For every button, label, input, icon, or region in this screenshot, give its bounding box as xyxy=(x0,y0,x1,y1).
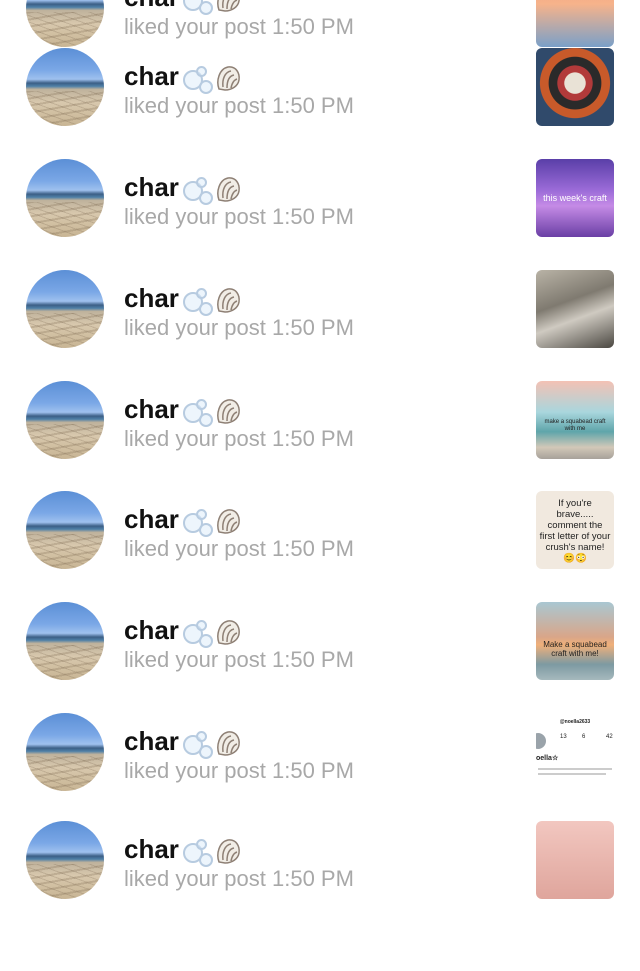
notification-text: liked your post 1:50 PM xyxy=(124,866,354,892)
thumb-handle: @noella2633 xyxy=(559,719,591,725)
avatar[interactable] xyxy=(26,381,104,459)
notification-text: liked your post 1:50 PM xyxy=(124,14,354,40)
avatar[interactable] xyxy=(26,821,104,899)
spiral-shell-icon xyxy=(213,728,243,758)
username[interactable]: char xyxy=(124,615,243,649)
bubbles-icon xyxy=(181,397,213,428)
post-thumbnail[interactable]: make a squabead craft with me xyxy=(536,381,614,459)
bubbles-icon xyxy=(181,837,213,868)
thumb-caption: this week's craft xyxy=(543,193,607,203)
post-thumbnail[interactable]: Make a squabead craft with me! xyxy=(536,602,614,680)
username-text: char xyxy=(124,0,179,12)
spiral-shell-icon xyxy=(213,285,243,315)
thumb-caption: make a squabead craft with me xyxy=(544,419,606,432)
thumb-name: oella☆ xyxy=(536,755,559,762)
avatar[interactable] xyxy=(26,159,104,237)
timestamp: 1:50 PM xyxy=(271,426,354,451)
notification-text: liked your post 1:50 PM xyxy=(124,93,354,119)
username[interactable]: char xyxy=(124,394,243,428)
post-thumbnail[interactable] xyxy=(536,0,614,47)
timestamp: 1:50 PM xyxy=(271,758,354,783)
bubbles-icon xyxy=(181,175,213,206)
username[interactable]: char xyxy=(124,504,243,538)
spiral-shell-icon xyxy=(213,396,243,426)
notification-text: liked your post 1:50 PM xyxy=(124,758,354,784)
username-text: char xyxy=(124,726,179,756)
notification-text: liked your post 1:50 PM xyxy=(124,647,354,673)
timestamp: 1:50 PM xyxy=(271,536,354,561)
action-text: liked your post xyxy=(124,536,266,561)
spiral-shell-icon xyxy=(213,63,243,93)
avatar[interactable] xyxy=(26,48,104,126)
username-text: char xyxy=(124,834,179,864)
action-text: liked your post xyxy=(124,204,266,229)
username[interactable]: char xyxy=(124,172,243,206)
avatar[interactable] xyxy=(26,713,104,791)
post-thumbnail[interactable] xyxy=(536,270,614,348)
spiral-shell-icon xyxy=(213,0,243,14)
action-text: liked your post xyxy=(124,758,266,783)
notification-row[interactable]: charliked your post 1:50 PM xyxy=(0,821,640,971)
timestamp: 1:50 PM xyxy=(271,866,354,891)
username-text: char xyxy=(124,394,179,424)
avatar[interactable] xyxy=(26,0,104,47)
action-text: liked your post xyxy=(124,647,266,672)
avatar[interactable] xyxy=(26,491,104,569)
username-text: char xyxy=(124,283,179,313)
username[interactable]: char xyxy=(124,726,243,760)
spiral-shell-icon xyxy=(213,174,243,204)
thumb-stat: 6 xyxy=(582,734,586,740)
thumb-caption: Make a squabead craft with me! xyxy=(543,640,607,659)
username[interactable]: char xyxy=(124,283,243,317)
username[interactable]: char xyxy=(124,61,243,95)
post-thumbnail[interactable] xyxy=(536,48,614,126)
avatar[interactable] xyxy=(26,270,104,348)
action-text: liked your post xyxy=(124,426,266,451)
thumb-stat: 42 xyxy=(606,734,613,740)
notification-text: liked your post 1:50 PM xyxy=(124,426,354,452)
bubbles-icon xyxy=(181,618,213,649)
username-text: char xyxy=(124,615,179,645)
bubbles-icon xyxy=(181,0,213,16)
post-thumbnail[interactable]: If you're brave..... comment the first l… xyxy=(536,491,614,569)
thumb-stat: 13 xyxy=(560,734,567,740)
spiral-shell-icon xyxy=(213,617,243,647)
action-text: liked your post xyxy=(124,315,266,340)
bubbles-icon xyxy=(181,507,213,538)
timestamp: 1:50 PM xyxy=(271,14,354,39)
timestamp: 1:50 PM xyxy=(271,93,354,118)
notification-text: liked your post 1:50 PM xyxy=(124,536,354,562)
post-thumbnail[interactable]: this week's craft xyxy=(536,159,614,237)
username[interactable]: char xyxy=(124,0,243,16)
spiral-shell-icon xyxy=(213,836,243,866)
username-text: char xyxy=(124,61,179,91)
action-text: liked your post xyxy=(124,866,266,891)
username-text: char xyxy=(124,172,179,202)
bubbles-icon xyxy=(181,64,213,95)
action-text: liked your post xyxy=(124,14,266,39)
bubbles-icon xyxy=(181,729,213,760)
username-text: char xyxy=(124,504,179,534)
notification-text: liked your post 1:50 PM xyxy=(124,204,354,230)
timestamp: 1:50 PM xyxy=(271,647,354,672)
post-thumbnail[interactable] xyxy=(536,821,614,899)
thumb-caption: If you're brave..... comment the first l… xyxy=(539,498,611,564)
timestamp: 1:50 PM xyxy=(271,315,354,340)
username[interactable]: char xyxy=(124,834,243,868)
avatar[interactable] xyxy=(26,602,104,680)
notification-text: liked your post 1:50 PM xyxy=(124,315,354,341)
action-text: liked your post xyxy=(124,93,266,118)
timestamp: 1:50 PM xyxy=(271,204,354,229)
post-thumbnail[interactable]: @noella2633 13 6 42 oella☆ xyxy=(536,713,614,791)
spiral-shell-icon xyxy=(213,506,243,536)
bubbles-icon xyxy=(181,286,213,317)
thumb-avatar xyxy=(536,733,546,749)
